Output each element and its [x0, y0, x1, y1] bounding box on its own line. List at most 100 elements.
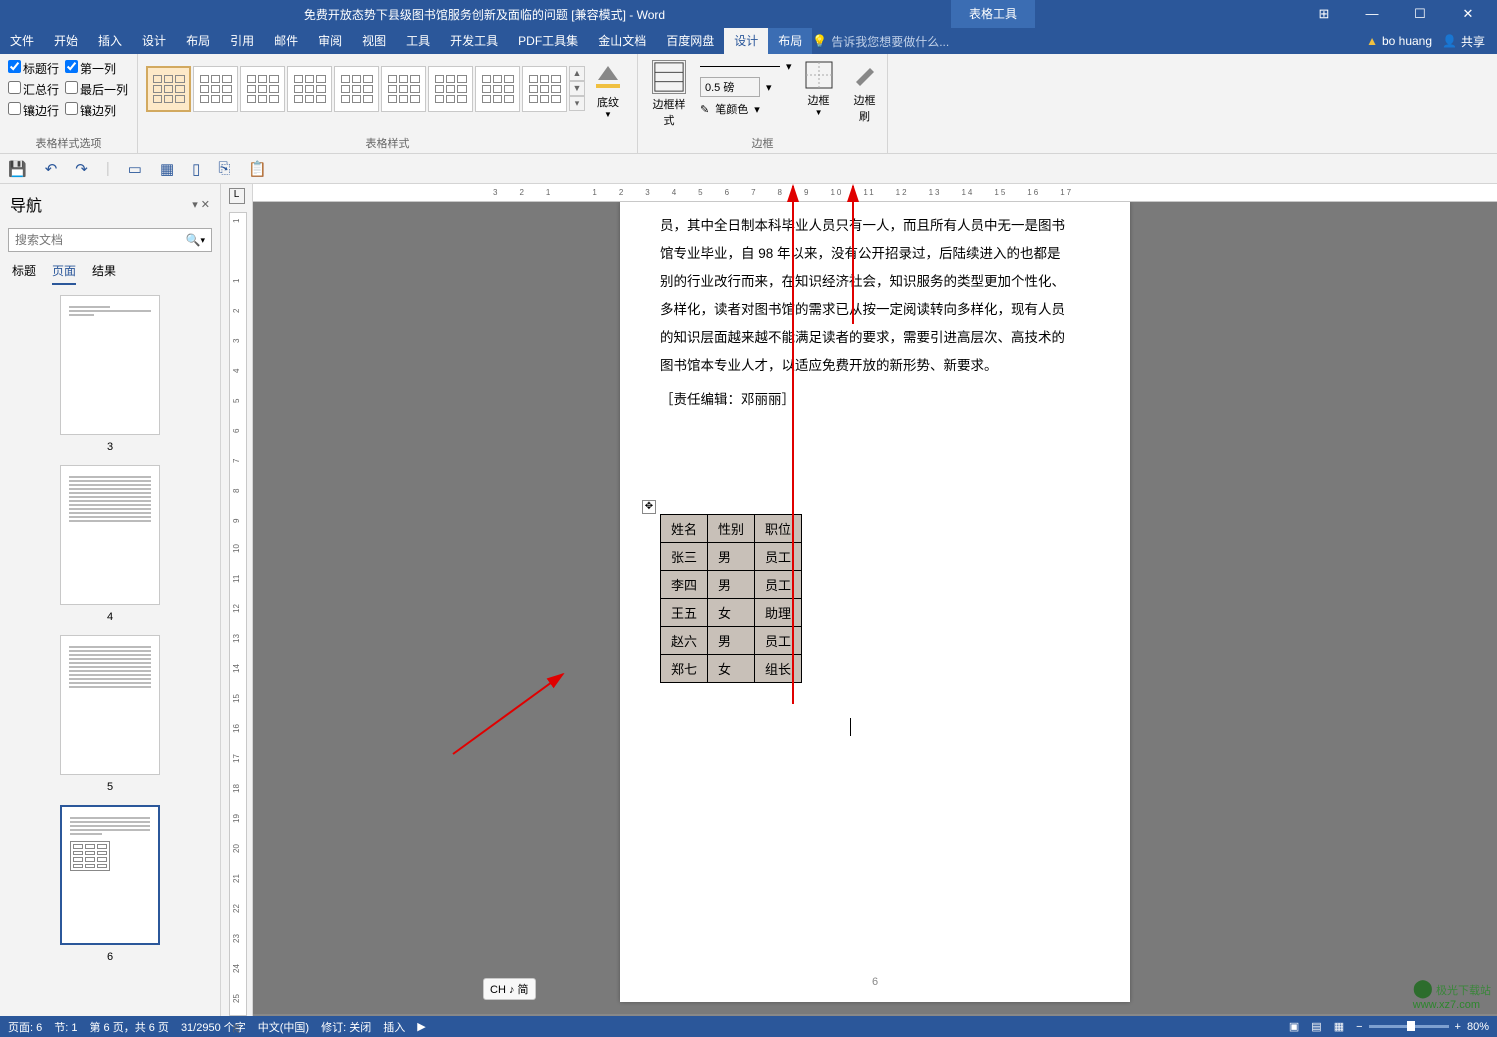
status-page[interactable]: 页面: 6 — [8, 1019, 42, 1035]
nav-search-input[interactable] — [15, 233, 186, 247]
menu-mailings[interactable]: 邮件 — [264, 28, 308, 54]
thumb-label-4: 4 — [10, 611, 210, 623]
opt-header-row[interactable]: 标题行 — [8, 58, 59, 79]
view-print-icon[interactable]: ▤ — [1311, 1020, 1321, 1033]
menu-layout[interactable]: 布局 — [176, 28, 220, 54]
table-header-cell[interactable]: 性别 — [708, 515, 755, 543]
status-track[interactable]: 修订: 关闭 — [321, 1019, 371, 1035]
pen-color-select[interactable]: ✎笔颜色▾ — [700, 99, 792, 119]
ime-indicator[interactable]: CH ♪ 简 — [483, 978, 536, 1000]
menu-jinshan[interactable]: 金山文档 — [588, 28, 656, 54]
nav-dropdown-icon[interactable]: ▾ — [192, 199, 198, 211]
status-language[interactable]: 中文(中国) — [258, 1019, 309, 1035]
zoom-slider[interactable] — [1369, 1025, 1449, 1028]
maximize-button[interactable]: ☐ — [1405, 6, 1435, 22]
styles-up-icon[interactable]: ▲ — [569, 66, 585, 81]
status-insert[interactable]: 插入 — [383, 1019, 405, 1035]
table-styles-gallery[interactable]: ▲ ▼ ▾ 底纹 ▼ — [146, 58, 629, 119]
menu-view[interactable]: 视图 — [352, 28, 396, 54]
opt-total-row[interactable]: 汇总行 — [8, 79, 59, 100]
chevron-down-icon: ▼ — [804, 108, 834, 117]
table-style-1[interactable] — [146, 66, 191, 112]
layout-icon[interactable]: ▭ — [128, 160, 142, 178]
pen-weight-select[interactable]: 0.5 磅▾ — [700, 75, 792, 99]
menu-table-layout[interactable]: 布局 — [768, 28, 812, 54]
thumb-page-3[interactable] — [60, 295, 160, 435]
share-button[interactable]: 👤 共享 — [1442, 33, 1485, 50]
thumb-page-4[interactable] — [60, 465, 160, 605]
table-row: 赵六男员工 — [661, 627, 802, 655]
table-style-5[interactable] — [334, 66, 379, 112]
border-style-button[interactable]: 边框样式 — [646, 58, 692, 128]
border-painter-button[interactable]: 边框刷 — [846, 58, 884, 124]
thumb-page-5[interactable] — [60, 635, 160, 775]
search-icon[interactable]: 🔍 — [186, 233, 201, 247]
table-style-4[interactable] — [287, 66, 332, 112]
menu-baidu[interactable]: 百度网盘 — [656, 28, 724, 54]
table-style-8[interactable] — [475, 66, 520, 112]
thumb-page-6[interactable] — [60, 805, 160, 945]
nav-tab-results[interactable]: 结果 — [92, 262, 116, 285]
table-style-3[interactable] — [240, 66, 285, 112]
opt-banded-row[interactable]: 镶边行 — [8, 100, 59, 121]
status-page-of[interactable]: 第 6 页，共 6 页 — [89, 1019, 168, 1035]
menu-dev[interactable]: 开发工具 — [440, 28, 508, 54]
menu-pdf[interactable]: PDF工具集 — [508, 28, 588, 54]
menu-insert[interactable]: 插入 — [88, 28, 132, 54]
view-web-icon[interactable]: ▦ — [1334, 1020, 1344, 1033]
document-table[interactable]: 姓名 性别 职位 张三男员工 李四男员工 王五女助理 赵六男员工 郑七女组长 — [660, 514, 802, 683]
status-record-icon[interactable]: ▶ — [417, 1020, 425, 1033]
table-move-handle[interactable]: ✥ — [642, 500, 656, 514]
status-section[interactable]: 节: 1 — [54, 1019, 77, 1035]
undo-icon[interactable]: ↶ — [45, 160, 58, 178]
menu-home[interactable]: 开始 — [44, 28, 88, 54]
borders-button[interactable]: 边框 ▼ — [800, 58, 838, 117]
styles-down-icon[interactable]: ▼ — [569, 81, 585, 96]
menu-table-design[interactable]: 设计 — [724, 28, 768, 54]
nav-tab-pages[interactable]: 页面 — [52, 262, 76, 285]
table-style-9[interactable] — [522, 66, 567, 112]
tab-selector[interactable]: L — [229, 188, 245, 204]
table-style-7[interactable] — [428, 66, 473, 112]
save-icon[interactable]: 💾 — [8, 160, 27, 178]
page-icon[interactable]: ▯ — [192, 160, 200, 178]
minimize-button[interactable]: — — [1357, 6, 1387, 22]
tell-me-search[interactable]: 💡 告诉我您想要做什么... — [812, 33, 949, 50]
nav-search-box[interactable]: 🔍▾ — [8, 228, 212, 252]
table-style-2[interactable] — [193, 66, 238, 112]
table-style-6[interactable] — [381, 66, 426, 112]
vertical-ruler[interactable]: 1123456789101112131415161718192021222324… — [229, 212, 247, 1016]
close-button[interactable]: ✕ — [1453, 6, 1483, 22]
view-read-icon[interactable]: ▣ — [1289, 1020, 1299, 1033]
chevron-down-icon[interactable]: ▾ — [200, 235, 205, 246]
zoom-in-icon[interactable]: + — [1455, 1021, 1461, 1033]
opt-banded-col[interactable]: 镶边列 — [65, 100, 128, 121]
paste-icon[interactable]: 📋 — [248, 160, 267, 178]
menu-bar: 文件 开始 插入 设计 布局 引用 邮件 审阅 视图 工具 开发工具 PDF工具… — [0, 28, 1497, 54]
copy-icon[interactable]: ⎘ — [218, 160, 230, 177]
styles-more-icon[interactable]: ▾ — [569, 96, 585, 111]
ribbon-options-icon[interactable]: ⊞ — [1309, 6, 1339, 22]
menu-references[interactable]: 引用 — [220, 28, 264, 54]
table-icon[interactable]: ▦ — [160, 160, 174, 178]
shading-button[interactable]: 底纹 ▼ — [587, 58, 629, 119]
menu-tools[interactable]: 工具 — [396, 28, 440, 54]
zoom-out-icon[interactable]: − — [1356, 1021, 1362, 1033]
table-header-cell[interactable]: 姓名 — [661, 515, 708, 543]
table-header-cell[interactable]: 职位 — [755, 515, 802, 543]
nav-close-icon[interactable]: ✕ — [201, 199, 210, 211]
menu-file[interactable]: 文件 — [0, 28, 44, 54]
opt-last-col[interactable]: 最后一列 — [65, 79, 128, 100]
document-scroll[interactable]: 员，其中全日制本科毕业人员只有一人，而且所有人员中无一是图书 馆专业毕业，自 9… — [253, 202, 1497, 1014]
opt-first-col[interactable]: 第一列 — [65, 58, 128, 79]
redo-icon[interactable]: ↷ — [75, 160, 88, 178]
horizontal-ruler[interactable]: 3211234567891011121314151617 — [253, 184, 1497, 202]
pen-style-select[interactable]: ▾ — [700, 58, 792, 75]
menu-review[interactable]: 审阅 — [308, 28, 352, 54]
nav-tab-headings[interactable]: 标题 — [12, 262, 36, 285]
menu-design[interactable]: 设计 — [132, 28, 176, 54]
user-account[interactable]: ▲ bo huang — [1366, 34, 1432, 48]
zoom-value[interactable]: 80% — [1467, 1021, 1489, 1033]
document-text[interactable]: 员，其中全日制本科毕业人员只有一人，而且所有人员中无一是图书 馆专业毕业，自 9… — [660, 212, 1090, 414]
document-page[interactable]: 员，其中全日制本科毕业人员只有一人，而且所有人员中无一是图书 馆专业毕业，自 9… — [620, 202, 1130, 1002]
